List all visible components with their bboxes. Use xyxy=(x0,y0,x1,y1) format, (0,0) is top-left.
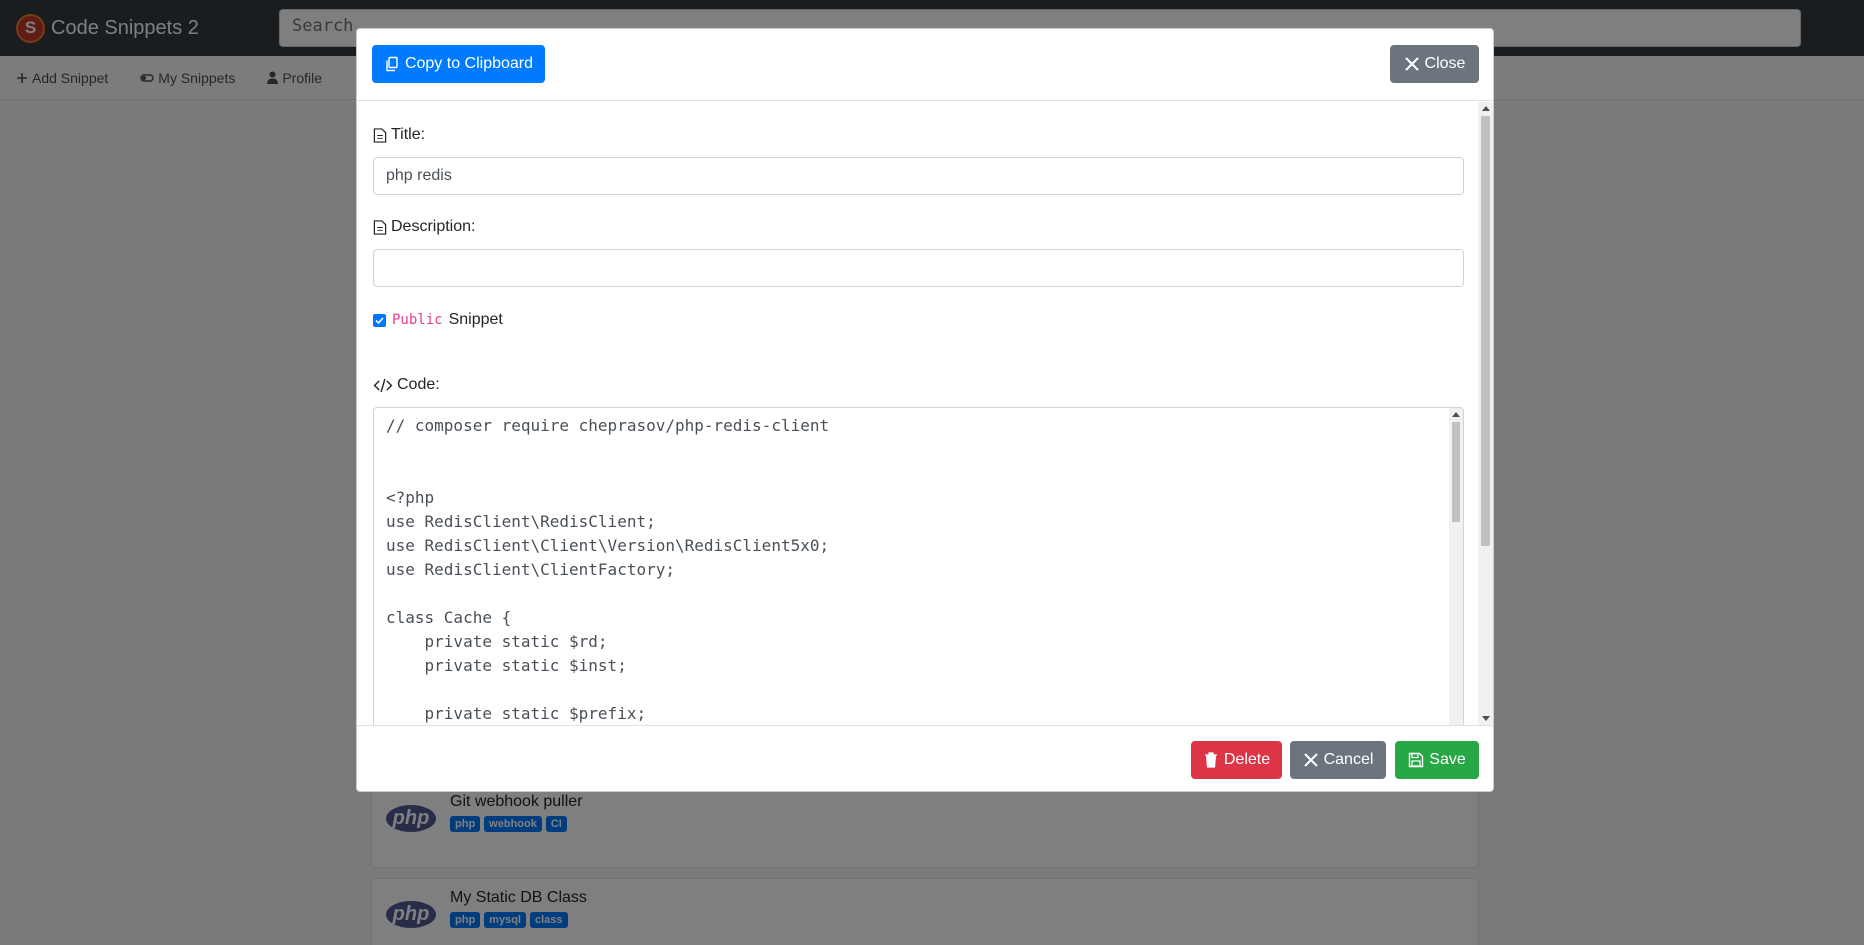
clipboard-icon xyxy=(386,56,398,72)
code-editor[interactable]: // composer require cheprasov/php-redis-… xyxy=(373,407,1464,725)
code-scroll-thumb[interactable] xyxy=(1452,422,1460,522)
public-snippet-row: Public Snippet xyxy=(373,311,503,329)
scroll-up-icon[interactable] xyxy=(1452,412,1460,417)
code-label-text: Code: xyxy=(397,376,440,393)
save-label: Save xyxy=(1429,751,1466,768)
code-label: Code: xyxy=(373,376,440,394)
copy-to-clipboard-button[interactable]: Copy to Clipboard xyxy=(372,45,545,83)
code-icon xyxy=(373,378,393,392)
edit-snippet-modal: Copy to Clipboard Close Title: php redis… xyxy=(356,28,1494,792)
title-label-text: Title: xyxy=(391,126,426,143)
modal-body: Title: php redis Description: Public Sni… xyxy=(357,102,1480,725)
code-content: // composer require cheprasov/php-redis-… xyxy=(386,416,830,723)
close-label: Close xyxy=(1424,55,1466,72)
trash-icon xyxy=(1204,752,1217,768)
description-label-text: Description: xyxy=(391,218,476,235)
modal-header: Copy to Clipboard Close xyxy=(357,29,1493,101)
delete-label: Delete xyxy=(1223,751,1271,768)
modal-footer: Delete Cancel Save xyxy=(357,725,1493,793)
copy-label: Copy to Clipboard xyxy=(404,55,534,72)
public-checkbox[interactable] xyxy=(373,313,386,327)
code-scrollbar[interactable] xyxy=(1449,408,1463,725)
close-icon xyxy=(1303,753,1318,767)
public-keyword: Public xyxy=(392,312,443,328)
cancel-button[interactable]: Cancel xyxy=(1290,741,1386,779)
description-input[interactable] xyxy=(373,249,1464,287)
save-button[interactable]: Save xyxy=(1395,741,1479,779)
title-input[interactable]: php redis xyxy=(373,157,1464,195)
close-button[interactable]: Close xyxy=(1390,45,1479,83)
title-label: Title: xyxy=(373,126,425,144)
public-suffix: Snippet xyxy=(448,311,503,328)
cancel-label: Cancel xyxy=(1323,751,1374,768)
description-label: Description: xyxy=(373,218,475,236)
modal-scrollbar[interactable] xyxy=(1478,102,1493,725)
delete-button[interactable]: Delete xyxy=(1191,741,1282,779)
checkmark-icon xyxy=(375,316,384,324)
scroll-up-icon[interactable] xyxy=(1482,106,1490,111)
scroll-down-icon[interactable] xyxy=(1482,716,1490,721)
close-icon xyxy=(1404,57,1419,71)
save-icon xyxy=(1409,752,1424,768)
document-icon xyxy=(373,127,387,143)
document-icon xyxy=(373,219,387,235)
modal-scroll-thumb[interactable] xyxy=(1481,116,1490,546)
